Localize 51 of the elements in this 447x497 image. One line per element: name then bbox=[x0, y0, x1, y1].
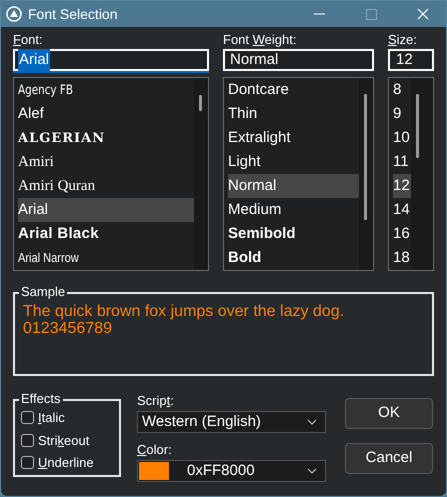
app-icon bbox=[6, 6, 22, 22]
list-item[interactable]: 10 bbox=[393, 126, 411, 150]
close-icon[interactable] bbox=[417, 8, 429, 20]
list-item[interactable]: Bold bbox=[228, 246, 359, 270]
list-item[interactable]: Medium bbox=[228, 198, 359, 222]
list-item[interactable]: Amiri bbox=[18, 150, 194, 174]
list-item[interactable]: Agency FB bbox=[18, 78, 194, 102]
list-item[interactable]: Thin bbox=[228, 102, 359, 126]
list-item[interactable]: Alef bbox=[18, 102, 194, 126]
minimize-icon[interactable] bbox=[314, 13, 324, 15]
window-title: Font Selection bbox=[28, 4, 118, 24]
list-item[interactable]: 11 bbox=[393, 150, 411, 174]
field-label: Size: bbox=[388, 33, 418, 48]
list-item[interactable]: Semibold bbox=[228, 222, 359, 246]
ok-button[interactable]: OK bbox=[345, 398, 433, 429]
list-item[interactable]: ALGERIAN bbox=[18, 126, 194, 150]
list-item[interactable]: Light bbox=[228, 150, 359, 174]
list-item[interactable]: 12 bbox=[393, 174, 411, 198]
list-item[interactable]: Normal bbox=[228, 174, 359, 198]
list-item[interactable]: 18 bbox=[393, 246, 411, 270]
color-select[interactable]: 0xFF8000 bbox=[137, 460, 326, 482]
list-item[interactable]: Arial Narrow bbox=[18, 246, 194, 270]
field-label: Font: bbox=[13, 33, 44, 48]
list-item[interactable]: Dontcare bbox=[228, 78, 359, 102]
script-select[interactable]: Western (English) bbox=[137, 411, 326, 433]
group-title: Sample bbox=[19, 284, 68, 300]
scrollbar[interactable] bbox=[359, 78, 373, 270]
chevron-icon bbox=[307, 419, 317, 425]
checkbox-option[interactable]: Italic bbox=[21, 408, 119, 428]
font-field[interactable]: Arial bbox=[13, 49, 209, 71]
sample-text: The quick brown fox jumps over the lazy dog. bbox=[23, 303, 346, 320]
field-label: Script: bbox=[137, 394, 175, 409]
weight-field[interactable]: Normal bbox=[223, 49, 374, 71]
list-item[interactable]: Amiri Quran bbox=[18, 174, 194, 198]
checkbox-option[interactable]: Strikeout bbox=[21, 430, 119, 450]
scrollbar[interactable] bbox=[411, 78, 433, 270]
list-item[interactable]: 8 bbox=[393, 78, 411, 102]
sample-text: 0123456789 bbox=[23, 320, 113, 337]
cancel-button[interactable]: Cancel bbox=[345, 443, 433, 474]
scrollbar[interactable] bbox=[194, 78, 208, 270]
size-field[interactable]: 12 bbox=[388, 49, 434, 71]
list-item[interactable]: Extralight bbox=[228, 126, 359, 150]
checkbox-option[interactable]: Underline bbox=[21, 453, 119, 472]
list-item[interactable]: Arial bbox=[18, 198, 194, 222]
field-label: Font Weight: bbox=[223, 33, 298, 48]
list-item[interactable]: 14 bbox=[393, 198, 411, 222]
list-item[interactable]: 16 bbox=[393, 222, 411, 246]
list-item[interactable]: Arial Black bbox=[18, 222, 194, 246]
chevron-icon bbox=[307, 468, 317, 474]
list-item[interactable]: 9 bbox=[393, 102, 411, 126]
field-label: Color: bbox=[137, 443, 173, 458]
